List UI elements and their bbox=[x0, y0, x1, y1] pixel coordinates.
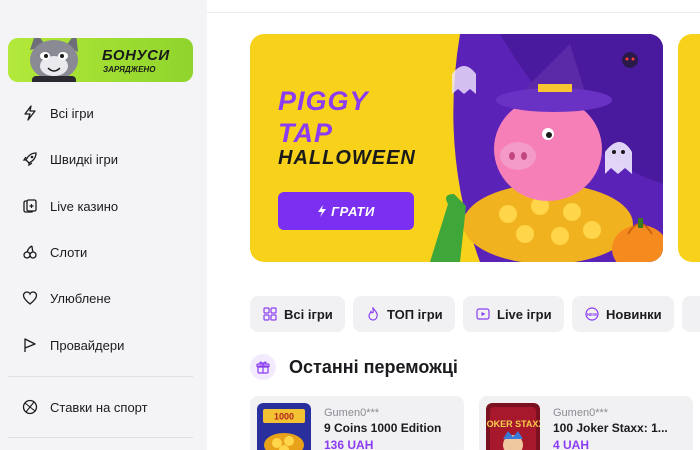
cherries-icon bbox=[20, 242, 40, 262]
chip-all-games[interactable]: Всі ігри bbox=[250, 296, 345, 332]
sidebar-item-label: Швидкі ігри bbox=[50, 151, 118, 167]
banner-title-line2: TAP bbox=[278, 118, 333, 148]
bonus-banner[interactable]: БОНУСИ ЗАРЯДЖЕНО bbox=[8, 38, 193, 82]
cards-icon bbox=[20, 196, 40, 216]
sidebar-item-favorites[interactable]: Улюблене bbox=[20, 284, 195, 312]
svg-text:NEW: NEW bbox=[587, 312, 598, 317]
sidebar-item-live-casino[interactable]: Live казино bbox=[20, 192, 195, 220]
sidebar-item-all-games[interactable]: Всі ігри bbox=[20, 99, 195, 127]
sidebar-item-label: Слоти bbox=[50, 244, 88, 260]
chip-label: Новинки bbox=[606, 306, 662, 322]
recent-win-card[interactable]: 1000 Gumen0*** 9 Coins 1000 Edition 136 … bbox=[250, 396, 464, 450]
game-thumbnail-9-coins: 1000 bbox=[257, 403, 311, 450]
banner-title-line1: PIGGY bbox=[278, 86, 369, 116]
sidebar-item-fast-games[interactable]: Швидкі ігри bbox=[20, 145, 195, 173]
chip-live-games[interactable]: Live ігри bbox=[463, 296, 564, 332]
sidebar-item-sports-betting[interactable]: Ставки на спорт bbox=[20, 393, 195, 421]
flag-icon bbox=[20, 335, 40, 355]
chip-new-games[interactable]: NEW Новинки bbox=[572, 296, 674, 332]
bonus-title: БОНУСИ bbox=[102, 47, 170, 64]
sidebar-divider bbox=[8, 437, 193, 438]
sidebar-item-label: Live казино bbox=[50, 198, 119, 214]
game-thumbnail-joker-staxx: JOKER STAXX bbox=[486, 403, 540, 450]
ball-icon bbox=[20, 397, 40, 417]
rocket-icon bbox=[20, 149, 40, 169]
new-badge-icon: NEW bbox=[584, 306, 600, 322]
fire-icon bbox=[365, 306, 381, 322]
sidebar-item-label: Провайдери bbox=[50, 337, 125, 353]
lightning-icon bbox=[317, 205, 327, 217]
section-title: Останні переможці bbox=[289, 356, 458, 377]
bonus-subtitle: ЗАРЯДЖЕНО bbox=[103, 65, 156, 74]
play-button-label: ГРАТИ bbox=[331, 203, 375, 219]
sidebar-divider bbox=[8, 376, 193, 377]
banner-title-line3: HALLOWEEN bbox=[278, 147, 416, 169]
game-thumbnail-text: JOKER STAXX bbox=[486, 419, 540, 429]
game-name[interactable]: 100 Joker Staxx: 1... bbox=[553, 421, 668, 435]
win-amount: 136 UAH bbox=[324, 438, 374, 450]
play-button[interactable]: ГРАТИ bbox=[278, 192, 414, 230]
game-name[interactable]: 9 Coins 1000 Edition bbox=[324, 421, 441, 435]
next-promo-banner[interactable] bbox=[678, 34, 700, 262]
game-thumbnail-text: 1000 bbox=[274, 412, 294, 422]
sidebar-item-label: Улюблене bbox=[50, 290, 111, 306]
chip-label: ТОП ігри bbox=[387, 306, 443, 322]
grid-icon bbox=[262, 306, 278, 322]
winner-username: Gumen0*** bbox=[324, 407, 380, 419]
cat-mascot-icon bbox=[30, 38, 78, 82]
heart-icon bbox=[20, 288, 40, 308]
chip-label: Live ігри bbox=[497, 306, 552, 322]
chip-label: Всі ігри bbox=[284, 306, 333, 322]
header-divider bbox=[207, 12, 700, 13]
play-icon bbox=[475, 306, 491, 322]
gift-icon bbox=[250, 354, 276, 380]
win-amount: 4 UAH bbox=[553, 438, 590, 450]
chip-top-games[interactable]: ТОП ігри bbox=[353, 296, 455, 332]
promo-banner[interactable]: PIGGY TAP HALLOWEEN ГРАТИ bbox=[250, 34, 663, 262]
sidebar-item-providers[interactable]: Провайдери bbox=[20, 331, 195, 359]
chip-more[interactable] bbox=[682, 296, 700, 332]
sidebar-item-label: Всі ігри bbox=[50, 105, 94, 121]
sidebar-item-slots[interactable]: Слоти bbox=[20, 238, 195, 266]
recent-winners-header: Останні переможці bbox=[250, 354, 458, 380]
sidebar: БОНУСИ ЗАРЯДЖЕНО Всі ігри Швидкі ігри Li… bbox=[0, 0, 207, 450]
winner-username: Gumen0*** bbox=[553, 407, 609, 419]
piggy-halloween-art-icon bbox=[430, 34, 663, 262]
recent-win-card[interactable]: JOKER STAXX Gumen0*** 100 Joker Staxx: 1… bbox=[479, 396, 693, 450]
sidebar-item-label: Ставки на спорт bbox=[50, 399, 148, 415]
lightning-icon bbox=[20, 103, 40, 123]
